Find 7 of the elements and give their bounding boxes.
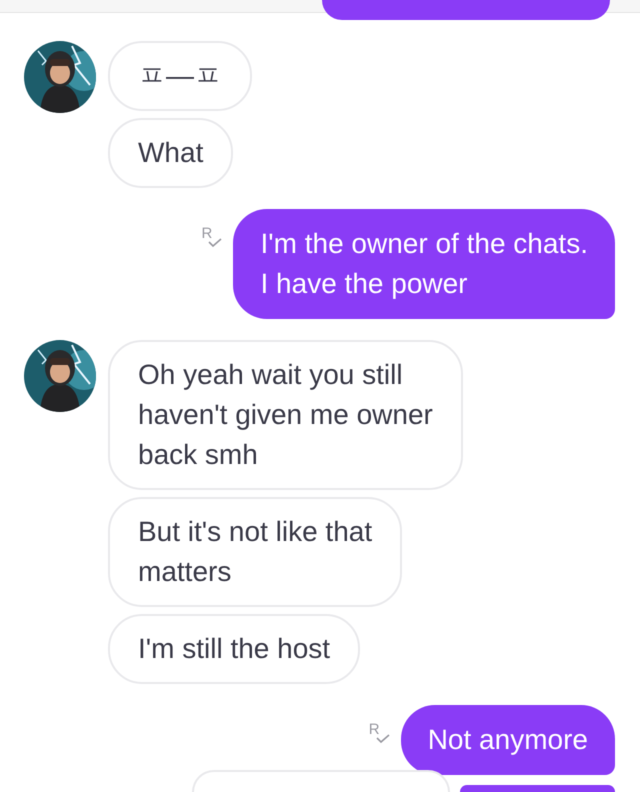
message-bubble: Not anymore [400, 705, 615, 775]
message-bubble: But it's not like that matters [108, 497, 402, 607]
message-bubble: I'm the owner of the chats. I have the power [233, 209, 615, 319]
message-bubble: Oh yeah wait you still haven't given me owner back smh [108, 340, 463, 490]
message-bubble: I'm still the host [108, 614, 360, 684]
message-bubble: ㅍ—ㅍ [108, 41, 252, 111]
message-bubble: What [108, 118, 234, 188]
